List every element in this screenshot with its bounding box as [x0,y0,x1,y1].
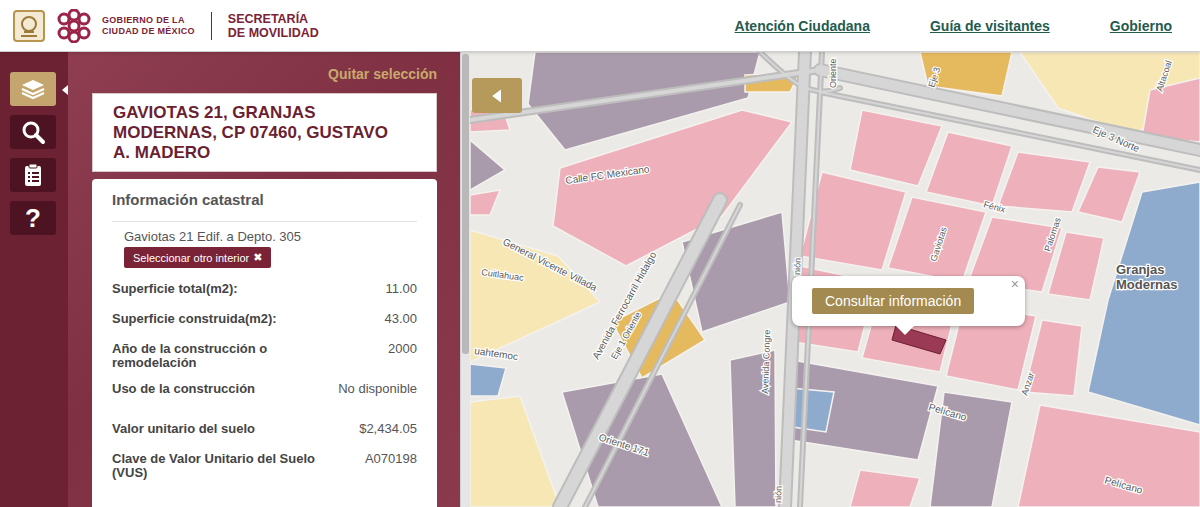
street-label: Modernas [1116,277,1177,292]
street-label: Eje 3 [926,66,942,89]
address-card: GAVIOTAS 21, GRANJAS MODERNAS, CP 07460,… [92,93,437,172]
street-label: Avenida Ferrocarril Hidalgo [590,249,658,361]
top-nav: Atención Ciudadana Guía de visitantes Gobi… [735,18,1200,34]
logo[interactable]: GOBIERNO DE LACIUDAD DE MÉXICO SECRETARÍA… [0,9,319,43]
data-row: Superficie construida(m2):43.00 [112,312,417,342]
street-label: Pelícano [1103,474,1144,495]
street-label: Granjas [1116,262,1164,277]
collapse-button[interactable] [472,78,522,113]
street-label: Eje 1 Oriente [609,310,643,361]
map[interactable]: Oriente Eje 3 Eje 3 Norte Altacoal Calle FC … [470,52,1200,507]
street-label: Altacoal [1154,59,1173,93]
left-arrow-icon [489,88,505,104]
street-label: nión [773,486,784,503]
nav-link[interactable]: Gobierno [1110,18,1172,34]
secretaria-name: SECRETARÍADE MOVILIDAD [228,12,319,40]
scroll-thumb[interactable] [462,54,469,354]
cadastral-card: Información catastral Gaviotas 21 Edif. a… [92,179,437,507]
crest-icon [12,9,46,43]
street-label: Eje 3 Norte [1091,124,1142,155]
close-icon: ✖ [253,251,262,264]
street-label: General Vicente Villada [501,236,599,293]
tool-button[interactable] [10,158,56,192]
panel-pointer-icon [62,85,68,95]
street-label: Calle FC Mexicano [565,163,651,186]
tool-button[interactable] [10,115,56,149]
data-row: Superficie total(m2):11.00 [112,282,417,312]
data-row: Uso de la construcciónNo disponible [112,382,417,422]
street-label: uahtemoc [474,345,519,362]
search-icon [20,119,46,145]
select-interior-button[interactable]: Seleccionar otro interior✖ [124,247,271,268]
section-title: Información catastral [112,191,417,222]
data-row: Valor unitario del suelo$2,434.05 [112,422,417,452]
clipboard-icon [20,162,46,188]
layers-icon [20,76,46,102]
consult-button[interactable]: Consultar información [812,288,974,314]
toolbar: ? [0,52,68,507]
street-label: nión [792,258,803,275]
street-label: Oriente 171 [597,431,651,458]
street-label: Fénix [982,199,1006,214]
cdmx-emblem-icon [54,9,94,43]
nav-link[interactable]: Guía de visitantes [930,18,1050,34]
scrollbar[interactable] [460,52,470,507]
street-label: Palomas [1042,216,1062,253]
header: GOBIERNO DE LACIUDAD DE MÉXICO SECRETARÍA… [0,0,1200,52]
data-row: Clave de Valor Unitario del Suelo (VUS)A… [112,452,417,492]
interior-label: Gaviotas 21 Edif. a Depto. 305 [124,229,417,244]
tool-button[interactable]: ? [10,201,56,235]
street-label: Avenida Congre [760,329,772,394]
street-label: Cuitlahuac [481,267,525,283]
selected-parcel[interactable] [892,325,946,354]
main-area: ? Quitar selección GAVIOTAS 21, GRANJAS MO… [0,52,1200,507]
tool-button[interactable] [10,72,56,106]
government-name: GOBIERNO DE LACIUDAD DE MÉXICO [102,15,195,37]
clear-selection-link[interactable]: Quitar selección [328,66,437,82]
data-row: Año de la construcción o remodelación200… [112,342,417,382]
street-label: Oriente [828,58,838,88]
street-label: Gaviotas [928,225,949,262]
help-icon: ? [25,203,41,234]
street-label: Pelícano [927,401,968,422]
popup-pointer [896,326,914,335]
popup-close-button[interactable]: × [1011,276,1019,292]
info-panel: Quitar selección GAVIOTAS 21, GRANJAS MOD… [68,52,460,507]
nav-link[interactable]: Atención Ciudadana [735,18,870,34]
info-popup: Consultar información × [792,276,1025,326]
data-rows: Superficie total(m2):11.00Superficie con… [112,282,417,492]
street-label: Anzar [1019,371,1036,396]
